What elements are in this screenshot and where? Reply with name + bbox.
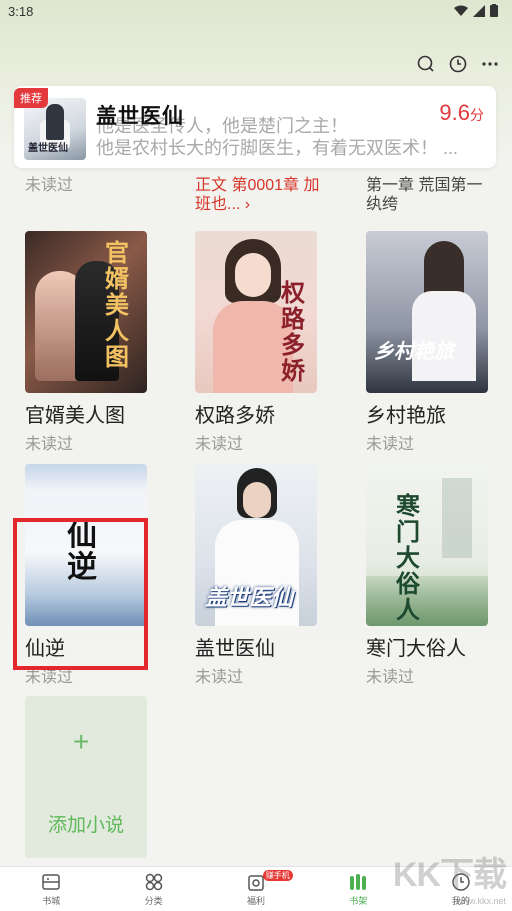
top-actions [416,54,500,74]
book-item[interactable]: 权路多娇 权路多娇 未读过 [195,231,319,454]
nav-welfare[interactable]: 福利 赚手机 [205,867,307,911]
watermark: KK下载 www.kkx.net [392,847,507,906]
recommend-title: 盖世医仙 [96,105,184,128]
cover-title: 盖世医仙 [205,585,294,610]
book-cover: 盖世医仙 [195,464,317,626]
category-icon [145,873,162,890]
signal-icon [473,4,485,17]
book-cover: 寒门大俗人 [366,464,488,626]
recommend-desc-line2: 他是农村长大的行脚医生，有着无双医术！ ... [96,138,459,158]
book-cover: 官婿美人图 [25,231,147,393]
watermark-small: www.kkx.net [455,896,506,906]
add-icon: + [73,726,90,757]
book-status: 未读过 [195,436,244,453]
highlight-box [13,518,148,670]
add-novel-button[interactable]: + 添加小说 [25,696,147,858]
battery-icon [490,4,498,17]
recommend-badge: 推荐 [14,88,48,108]
more-icon [482,62,498,66]
prev-status-1: 未读过 [25,177,74,194]
nav-label: 分类 [144,895,163,906]
book-item[interactable]: 寒门大俗人 寒门大俗人 未读过 [366,464,490,687]
book-title: 官婿美人图 [25,405,125,427]
nav-label: 福利 [247,895,266,906]
cover-title: 权路多娇 [281,280,305,385]
search-icon [417,55,434,72]
score-value: 9.6 [439,100,470,125]
recommend-card[interactable]: 盖世医仙 推荐 他是医圣传人，他是楚门之主！ 盖世医仙 他是农村长大的行脚医生，… [14,86,496,168]
more-button[interactable] [480,54,500,74]
search-button[interactable] [416,54,436,74]
book-title: 乡村艳旅 [366,405,446,427]
book-status: 未读过 [195,669,244,686]
nav-welfare-badge: 赚手机 [262,870,293,881]
add-novel-label: 添加小说 [47,815,124,836]
bookshelf-icon [350,873,367,890]
nav-bookstore[interactable]: 书城 [0,867,102,911]
clock-icon [449,55,467,73]
nav-label: 书架 [349,895,368,906]
nav-category[interactable]: 分类 [102,867,204,911]
book-title: 权路多娇 [195,405,275,427]
book-title: 寒门大俗人 [366,638,466,660]
watermark-big: KK下载 [392,856,507,894]
book-item[interactable]: 盖世医仙 盖世医仙 未读过 [195,464,319,687]
score-unit: 分 [470,107,484,123]
cover-title: 乡村艳旅 [374,341,454,363]
cover-title: 官婿美人图 [105,240,129,371]
history-button[interactable] [448,54,468,74]
cover-title: 寒门大俗人 [396,493,420,624]
book-status: 未读过 [25,436,74,453]
status-icons [454,4,498,17]
wifi-icon [454,5,468,16]
book-status: 未读过 [366,436,415,453]
recommend-cover-label: 盖世医仙 [28,143,68,154]
recommend-score: 9.6分 [439,100,484,126]
book-cover: 乡村艳旅 [366,231,488,393]
book-item[interactable]: 官婿美人图 官婿美人图 未读过 [25,231,149,454]
prev-chapter-3: 第一章 荒国第一纨绔 [366,177,483,213]
bookstore-icon [42,873,60,890]
status-time: 3:18 [8,4,34,19]
book-item[interactable]: 乡村艳旅 乡村艳旅 未读过 [366,231,490,454]
book-title: 盖世医仙 [195,638,275,660]
book-cover: 权路多娇 [195,231,317,393]
book-status: 未读过 [366,669,415,686]
nav-label: 书城 [42,895,61,906]
status-bar: 3:18 [0,0,512,24]
prev-chapter-link[interactable]: 正文 第0001章 加班也... › [195,176,325,214]
